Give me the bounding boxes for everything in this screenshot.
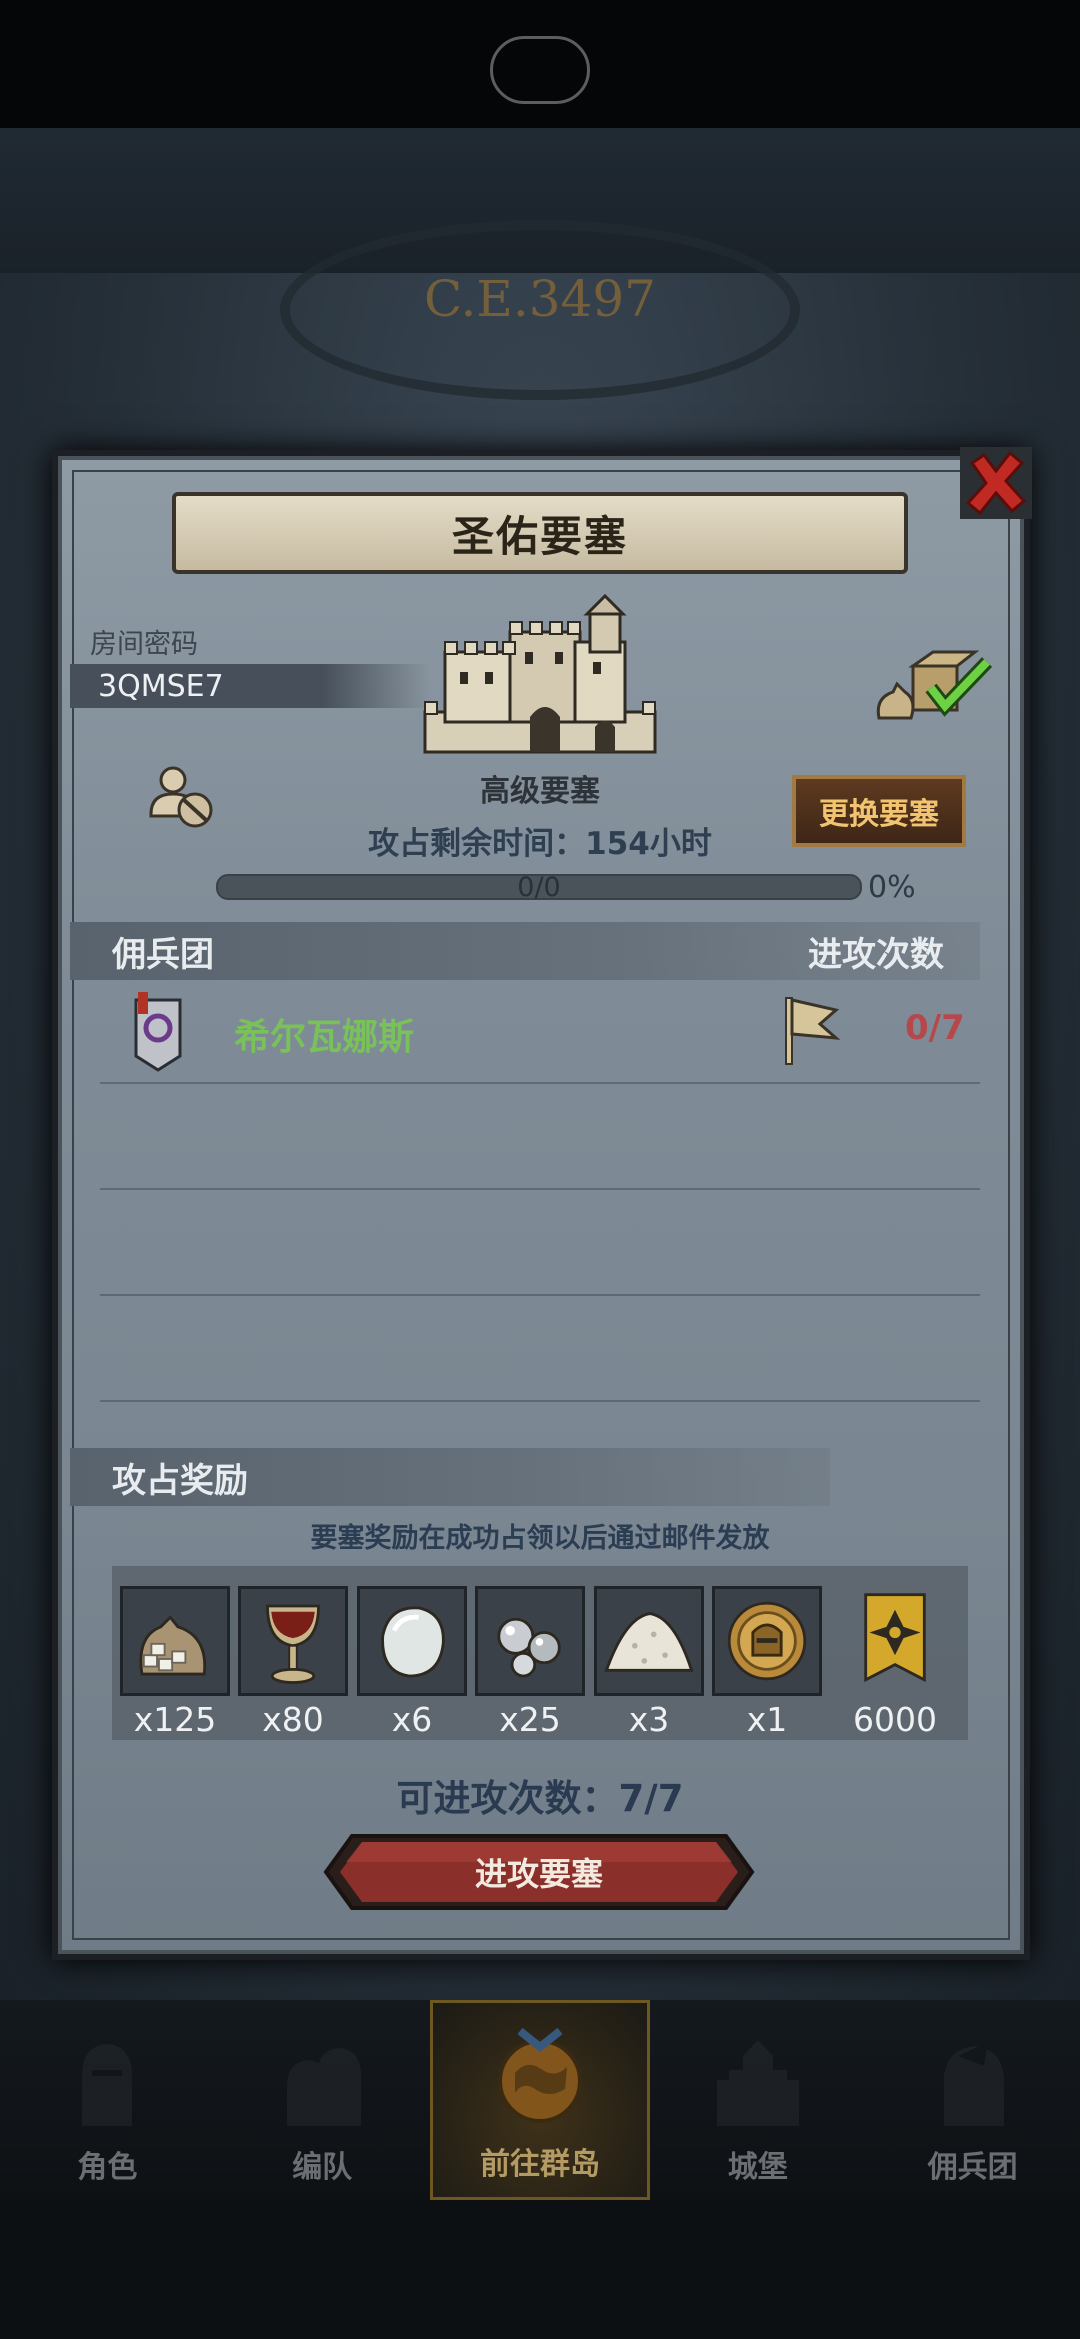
nav-item-mercenary[interactable]: 佣兵团 [865, 2000, 1080, 2200]
attack-fortress-label: 进攻要塞 [474, 1855, 603, 1893]
reward-count: x3 [628, 1700, 670, 1739]
reward-count: x125 [133, 1700, 217, 1739]
reward-count: x25 [499, 1700, 561, 1739]
mercenary-header: 佣兵团 进攻次数 [70, 922, 980, 980]
flag-icon [785, 997, 841, 1065]
title-banner: 圣佑要塞 [172, 492, 908, 574]
mercenary-name: 希尔瓦娜斯 [234, 1017, 415, 1058]
mercenary-icon [943, 2042, 1004, 2126]
reward-count: x1 [746, 1700, 788, 1739]
nav-item-castle[interactable]: 城堡 [650, 2000, 865, 2200]
guild-banner-icon [134, 992, 182, 1072]
room-code: 3QMSE7 [98, 668, 224, 704]
rewards-note: 要塞奖励在成功占领以后通过邮件发放 [310, 1523, 770, 1554]
knight-medal-icon [727, 1601, 807, 1681]
fortress-type: 高级要塞 [480, 774, 600, 809]
reward-item[interactable]: x3 [594, 1586, 704, 1739]
island-globe-icon [497, 2027, 582, 2123]
nav-item-character[interactable]: 角色 [0, 2000, 215, 2200]
mercenary-row[interactable]: 希尔瓦娜斯 0/7 [70, 990, 970, 1076]
nav-item-formation[interactable]: 编队 [215, 2000, 430, 2200]
silver-ore-icon [497, 1617, 561, 1678]
occupy-timer: 攻占剩余时间：154小时 [368, 826, 712, 862]
occupy-progress-percent: 0% [868, 870, 916, 905]
camera-cutout [490, 36, 590, 104]
occupy-progress-text: 0/0 [517, 872, 561, 903]
salt-pile-icon [604, 1612, 694, 1672]
nav-label: 前往群岛 [479, 2147, 600, 2182]
reward-count: x80 [262, 1700, 324, 1739]
status-bar [0, 0, 1080, 128]
reward-item[interactable]: x1 [712, 1586, 822, 1739]
nav-label: 佣兵团 [927, 2150, 1018, 2185]
change-fortress-button[interactable]: 更换要塞 [792, 775, 966, 847]
close-icon[interactable] [958, 445, 1034, 521]
attacks-remaining: 可进攻次数：7/7 [396, 1777, 684, 1820]
attack-fortress-button[interactable]: 进攻要塞 [322, 1832, 756, 1912]
rewards-header: 攻占奖励 [70, 1448, 830, 1506]
reward-item[interactable]: x6 [357, 1586, 467, 1739]
room-code-bar: 3QMSE7 [70, 664, 430, 708]
rewards-header-label: 攻占奖励 [112, 1460, 248, 1501]
reward-item[interactable]: x80 [238, 1586, 348, 1739]
era-text: C.E.3497 [423, 270, 656, 328]
reward-item[interactable]: 6000 [840, 1586, 950, 1739]
room-code-label: 房间密码 [90, 629, 198, 660]
knight-icon [82, 2044, 133, 2126]
bottom-nav: 角色 编队 前往群岛 城堡 佣兵团 [0, 2000, 1080, 2200]
change-fortress-label: 更换要塞 [819, 797, 939, 832]
rank-badge-icon [864, 1593, 926, 1683]
row-divider [100, 1400, 980, 1402]
reward-count: 6000 [853, 1700, 937, 1739]
nav-item-islands[interactable]: 前往群岛 [429, 2000, 651, 2200]
occupy-progress-bar: 0/0 [216, 872, 862, 903]
attack-count-header-label: 进攻次数 [808, 934, 944, 975]
loot-ready-icon [876, 650, 993, 720]
dialog-title: 圣佑要塞 [451, 511, 628, 561]
nav-label: 城堡 [727, 2150, 788, 2185]
fortress-icon [423, 593, 657, 754]
row-divider [100, 1188, 980, 1190]
row-divider [100, 1294, 980, 1296]
no-player-icon [149, 766, 213, 828]
mercenary-attack-count: 0/7 [905, 1008, 965, 1048]
nav-label: 编队 [292, 2150, 353, 2185]
sugar-sack-icon [139, 1615, 207, 1676]
castle-icon [716, 2040, 799, 2126]
white-stone-icon [381, 1606, 445, 1678]
reward-item[interactable]: x125 [120, 1586, 230, 1739]
reward-count: x6 [391, 1700, 433, 1739]
wine-goblet-icon [266, 1604, 320, 1685]
formation-icon [287, 2048, 362, 2126]
row-divider [100, 1082, 980, 1084]
mercenary-header-label: 佣兵团 [112, 934, 214, 975]
reward-item[interactable]: x25 [475, 1586, 585, 1739]
gesture-area [0, 2200, 1080, 2339]
nav-label: 角色 [77, 2150, 138, 2185]
